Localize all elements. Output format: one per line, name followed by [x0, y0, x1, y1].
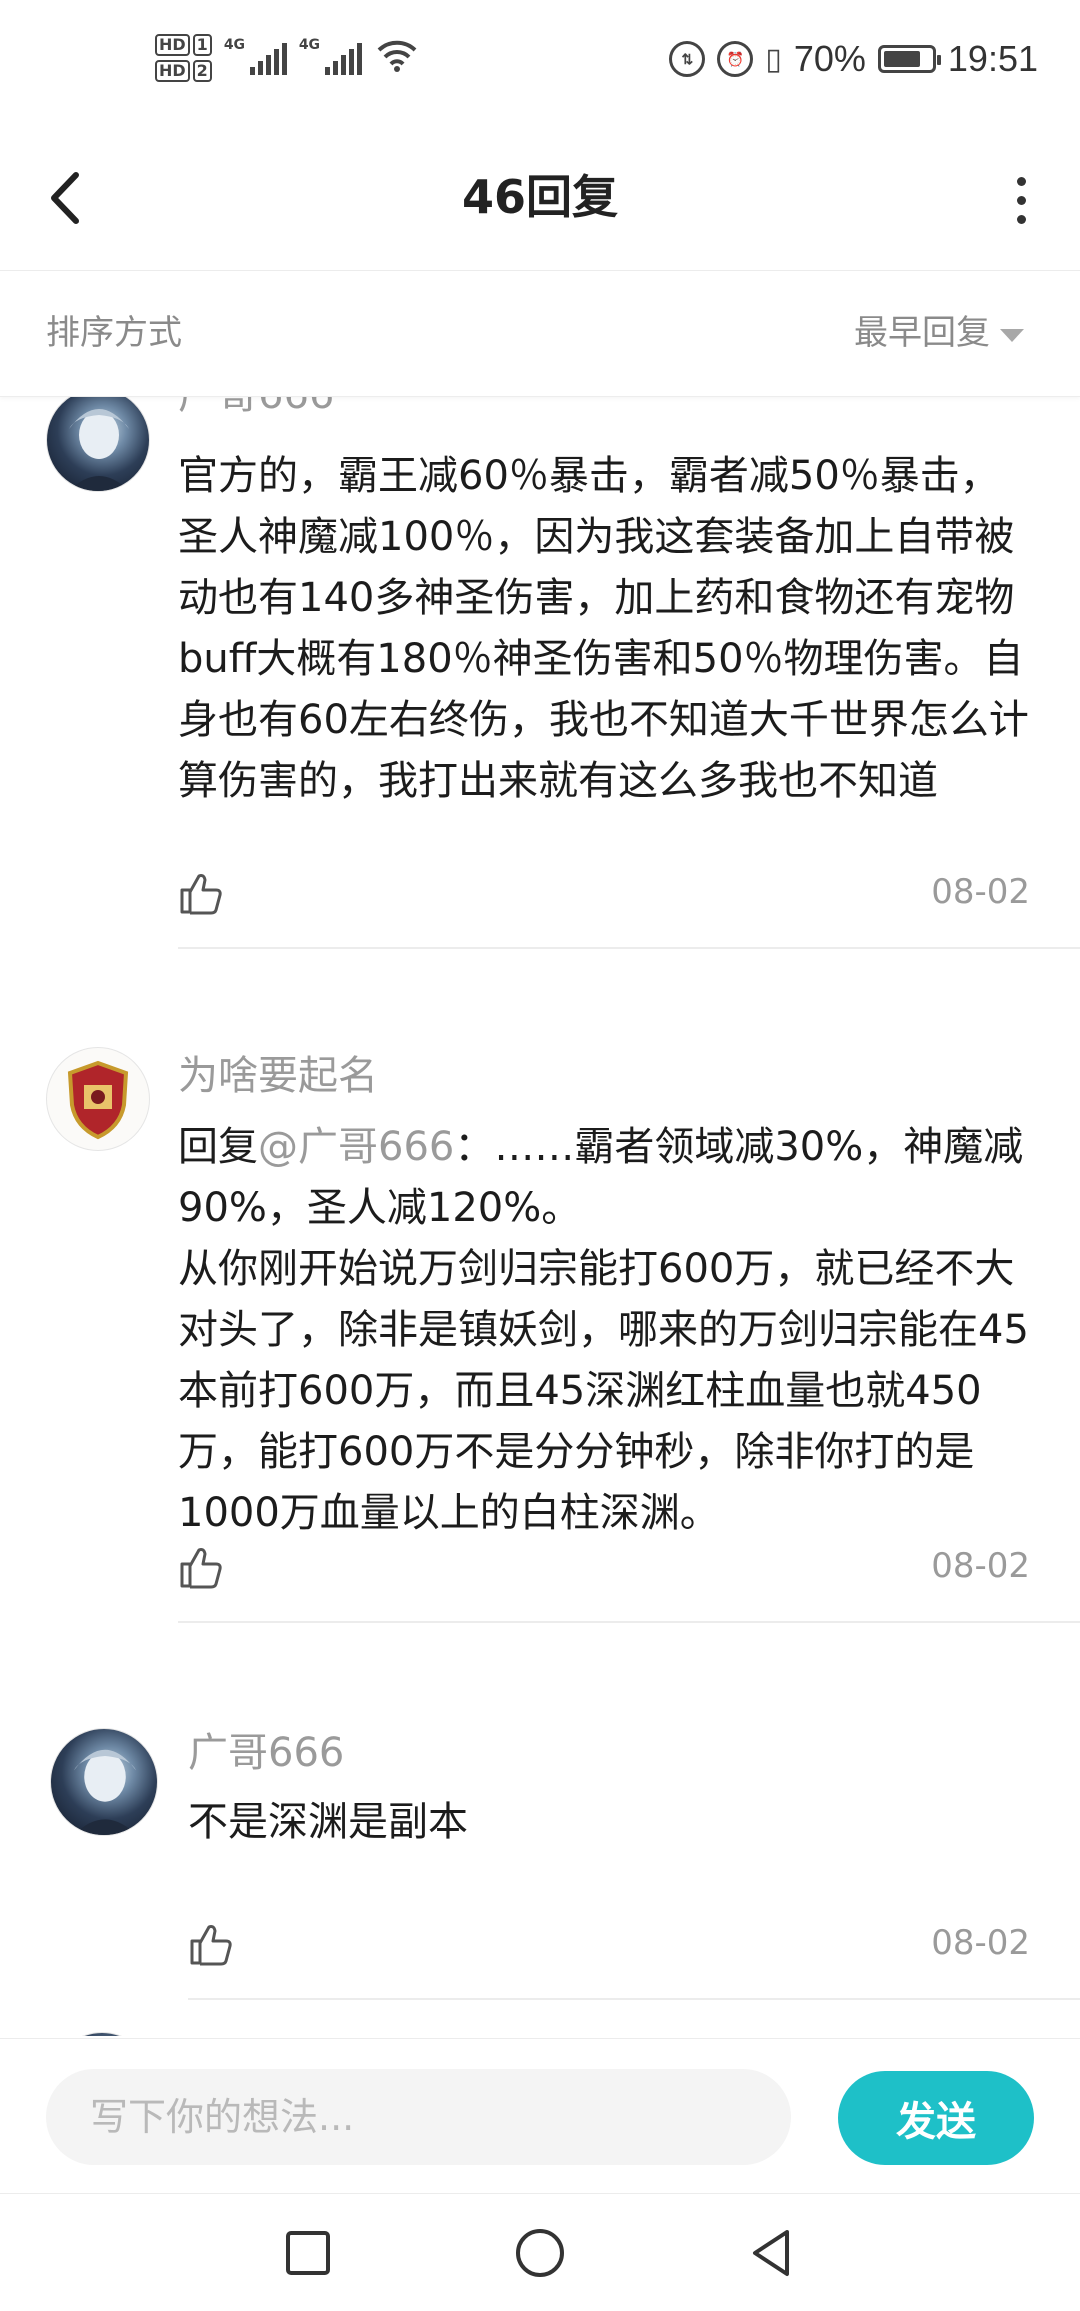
comment-composer: 发送	[0, 2038, 1080, 2194]
comment-username[interactable]: 广哥666	[188, 1720, 344, 1778]
battery-icon	[877, 45, 941, 73]
square-icon	[286, 2230, 330, 2275]
comment-text: 回复@广哥666：……霸者领域减30%，神魔减90%，圣人减120%。 从你刚开始…	[178, 1117, 1038, 1544]
more-dot-icon	[1016, 195, 1026, 205]
hd-indicator-1: HD 1	[155, 34, 212, 56]
alarm-icon: ⏰	[717, 41, 754, 77]
reply-mention[interactable]: @广哥666	[258, 1124, 454, 1170]
battery-percent: 70%	[793, 38, 866, 79]
comment-date: 08-02	[931, 1546, 1030, 1586]
data-saver-icon: ⇅	[669, 41, 706, 77]
divider	[188, 1998, 1080, 2000]
comment-date: 08-02	[931, 1923, 1030, 1963]
system-nav-bar	[0, 2193, 1080, 2311]
back-nav-button[interactable]	[712, 2194, 832, 2311]
thumbs-up-icon[interactable]	[178, 870, 224, 916]
comment-input[interactable]	[46, 2069, 791, 2165]
comment-username[interactable]: 广哥666	[188, 2024, 344, 2036]
recents-button[interactable]	[248, 2194, 368, 2311]
reply-text-2: 从你刚开始说万剑归宗能打600万，就已经不大对头了，除非是镇妖剑，哪来的万剑归宗…	[178, 1246, 1029, 1536]
hd-indicator-2: HD 2	[155, 60, 212, 82]
hd-indicators: HD 1 HD 2	[155, 34, 212, 82]
more-dot-icon	[1016, 214, 1026, 224]
triangle-back-icon	[753, 2229, 789, 2276]
comment-text: 官方的，霸王减60％暴击，霸者减50％暴击，圣人神魔减100％，因为我这套装备加…	[178, 453, 1029, 804]
sort-bar: 排序方式 最早回复	[0, 271, 1080, 397]
sort-dropdown[interactable]: 最早回复	[854, 271, 1024, 396]
wifi-icon	[376, 38, 418, 78]
sort-value: 最早回复	[854, 313, 990, 353]
status-right: ⇅ ⏰ ▯ 70% 19:51	[669, 38, 1038, 80]
vibrate-icon: ▯	[765, 42, 782, 76]
avatar[interactable]	[46, 1047, 150, 1151]
thumbs-up-icon[interactable]	[178, 1544, 224, 1590]
comment-username[interactable]: 为啥要起名	[178, 1043, 378, 1101]
more-dot-icon	[1016, 176, 1026, 186]
signal-icon-2: 4G	[299, 37, 362, 75]
signal-icon-1: 4G	[224, 37, 287, 75]
comment-text: 不是深渊是副本	[188, 1799, 468, 1845]
avatar[interactable]	[50, 2032, 154, 2036]
home-button[interactable]	[480, 2194, 600, 2311]
divider	[178, 947, 1080, 949]
thumbs-up-icon[interactable]	[188, 1921, 234, 1967]
send-button[interactable]: 发送	[838, 2071, 1034, 2165]
avatar[interactable]	[50, 1728, 158, 1836]
comment-username[interactable]: 广哥666	[178, 396, 334, 420]
status-bar: HD 1 HD 2 4G 4G ⇅ ⏰ ▯ 70% 19:51	[0, 0, 1080, 125]
sort-label: 排序方式	[46, 313, 182, 353]
more-options-button[interactable]	[1006, 165, 1036, 235]
divider	[178, 1621, 1080, 1623]
clock: 19:51	[947, 38, 1038, 79]
reply-prefix: 回复	[178, 1124, 258, 1170]
status-left: HD 1 HD 2 4G 4G	[155, 28, 418, 88]
comment-list[interactable]: 广哥666 官方的，霸王减60％暴击，霸者减50％暴击，圣人神魔减100％，因为…	[0, 396, 1080, 2036]
app-header: 46回复	[0, 125, 1080, 271]
circle-icon	[516, 2228, 564, 2277]
caret-down-icon	[1000, 329, 1024, 342]
page-title: 46回复	[461, 170, 618, 224]
comment-date: 08-02	[931, 872, 1030, 912]
avatar[interactable]	[46, 396, 150, 492]
